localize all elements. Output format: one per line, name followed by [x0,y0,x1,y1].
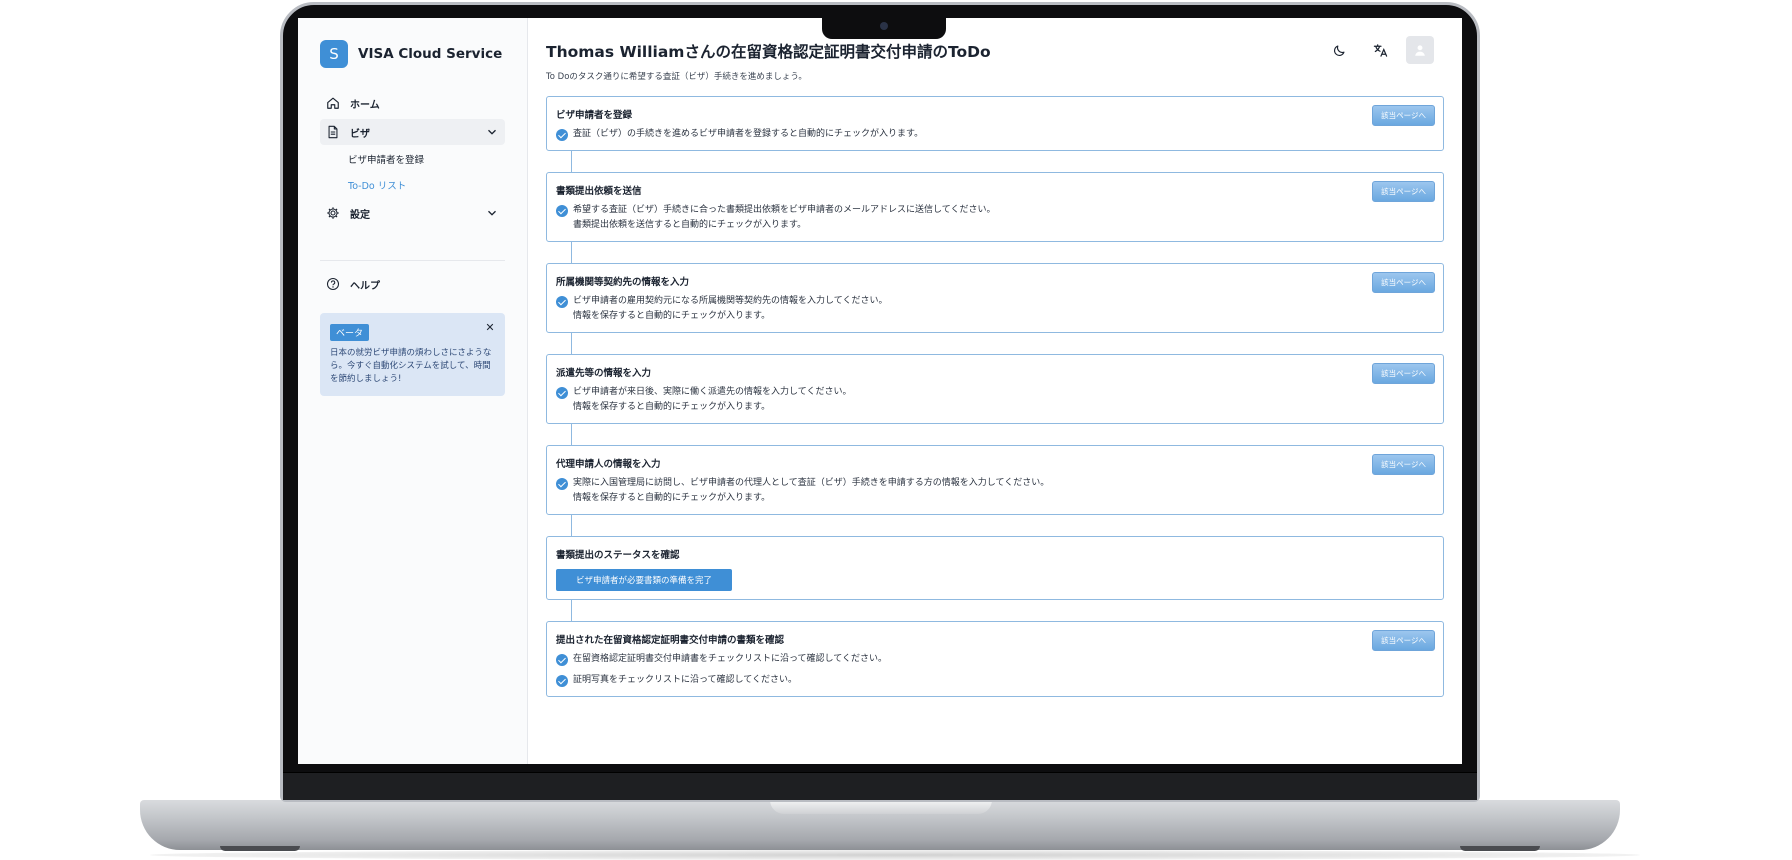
check-circle-icon [556,129,568,141]
sidebar-subitem-todo-list[interactable]: To-Do リスト [320,174,505,200]
todo-item: 代理申請人の情報を入力 該当ページへ 実際に入国管理局に訪問し、ビザ申請者の代理… [546,445,1444,515]
close-icon[interactable]: ✕ [483,321,497,335]
chevron-down-icon [488,210,496,216]
beta-card: ベータ ✕ 日本の就労ビザ申請の煩わしさにさようなら。今すぐ自動化システムを試し… [320,313,505,396]
todo-line-text: ビザ申請者が来日後、実際に働く派遣先の情報を入力してください。 [573,387,852,397]
user-icon [1415,45,1425,56]
todo-connector [571,151,572,172]
sidebar-item-label: ホーム [350,99,380,111]
todo-line-text: 希望する査証（ビザ）手続きに合った書類提出依頼をビザ申請者のメールアドレスに送信… [573,205,996,215]
todo-sub-text: 情報を保存すると自動的にチェックが入ります。 [573,311,771,321]
avatar[interactable] [1406,36,1434,64]
brand-name: VISA Cloud Service [358,46,503,62]
todo-title: 書類提出のステータスを確認 [556,550,680,561]
beta-badge: ベータ [330,324,370,341]
page-title: Thomas Williamさんの在留資格認定証明書交付申請のToDo [546,43,991,61]
camera-icon [880,22,888,30]
check-circle-icon [556,296,568,308]
top-actions [1326,36,1434,64]
todo-item: 所属機関等契約先の情報を入力 該当ページへ ビザ申請者の雇用契約元になる所属機関… [546,263,1444,333]
todo-line-text: 在留資格認定証明書交付申請書をチェックリストに沿って確認してください。 [573,654,888,664]
sidebar-item-help[interactable]: ヘルプ [320,271,505,297]
todo-check-line: ビザ申請者の雇用契約元になる所属機関等契約先の情報を入力してください。 [556,294,1434,309]
document-icon [328,125,338,139]
moon-icon [1334,45,1345,56]
laptop-foot-left [220,846,300,851]
sidebar: S VISA Cloud Service ホーム ビザ ビザ申請者を登録 To-… [298,18,528,764]
brand[interactable]: S VISA Cloud Service [320,40,505,68]
todo-connector [571,242,572,263]
language-button[interactable] [1366,36,1394,64]
sidebar-item-label: 設定 [350,209,370,221]
todo-title: 書類提出依頼を送信 [556,186,642,197]
todo-check-line: 実際に入国管理局に訪問し、ビザ申請者の代理人として査証（ビザ）手続きを申請する方… [556,476,1434,491]
beta-text: 日本の就労ビザ申請の煩わしさにさようなら。今すぐ自動化システムを試して、時間を節… [330,348,492,384]
todo-sub-text: 情報を保存すると自動的にチェックが入ります。 [573,402,771,412]
laptop-shadow [150,850,1640,860]
goto-page-button[interactable]: 該当ページへ [1372,363,1435,384]
todo-check-line: 在留資格認定証明書交付申請書をチェックリストに沿って確認してください。 [556,652,1434,667]
help-label: ヘルプ [350,280,380,292]
sidebar-divider [320,260,505,261]
page-description: To Doのタスク通りに希望する査証（ビザ）手続きを進めましょう。 [546,72,807,82]
home-icon [327,97,339,109]
goto-page-button[interactable]: 該当ページへ [1372,181,1435,202]
laptop-foot-right [1460,846,1540,851]
sidebar-subitem-register-applicant[interactable]: ビザ申請者を登録 [320,148,505,174]
check-circle-icon [556,675,568,687]
todo-line-text: 証明写真をチェックリストに沿って確認してください。 [573,675,798,685]
todo-sub-text: 情報を保存すると自動的にチェックが入ります。 [573,493,771,503]
todo-item: 書類提出依頼を送信 該当ページへ 希望する査証（ビザ）手続きに合った書類提出依頼… [546,172,1444,242]
todo-check-line: 査証（ビザ）の手続きを進めるビザ申請者を登録すると自動的にチェックが入ります。 [556,127,1434,142]
status-complete-button[interactable]: ビザ申請者が必要書類の準備を完了 [556,569,733,591]
todo-item: 書類提出のステータスを確認 ビザ申請者が必要書類の準備を完了 [546,536,1444,600]
camera-notch [822,17,946,39]
todo-title: 派遣先等の情報を入力 [556,368,652,379]
help-circle-icon [326,277,340,291]
todo-connector [571,515,572,536]
goto-page-button[interactable]: 該当ページへ [1372,454,1435,475]
todo-check-line: 希望する査証（ビザ）手続きに合った書類提出依頼をビザ申請者のメールアドレスに送信… [556,203,1434,218]
goto-page-button[interactable]: 該当ページへ [1372,272,1435,293]
check-circle-icon [556,654,568,666]
todo-title: 提出された在留資格認定証明書交付申請の書類を確認 [556,635,785,646]
check-circle-icon [556,478,568,490]
todo-connector [571,424,572,445]
sidebar-item-home[interactable]: ホーム [320,90,505,116]
goto-page-button[interactable]: 該当ページへ [1372,630,1435,651]
chevron-down-icon [488,129,496,135]
todo-line-text: 査証（ビザ）の手続きを進めるビザ申請者を登録すると自動的にチェックが入ります。 [573,129,924,139]
main-content: Thomas Williamさんの在留資格認定証明書交付申請のToDo To D… [528,18,1462,764]
todo-item: 派遣先等の情報を入力 該当ページへ ビザ申請者が来日後、実際に働く派遣先の情報を… [546,354,1444,424]
todo-connector [571,333,572,354]
todo-sub-text: 書類提出依頼を送信すると自動的にチェックが入ります。 [573,220,807,230]
sidebar-item-label: ビザ [350,128,370,140]
todo-list: ビザ申請者を登録 該当ページへ 査証（ビザ）の手続きを進めるビザ申請者を登録する… [546,96,1444,697]
todo-title: ビザ申請者を登録 [556,110,633,121]
todo-check-line: ビザ申請者が来日後、実際に働く派遣先の情報を入力してください。 [556,385,1434,400]
laptop-base-notch [770,800,992,814]
dark-mode-button[interactable] [1326,36,1354,64]
laptop-hinge [283,772,1477,800]
check-circle-icon [556,387,568,399]
sidebar-nav: ホーム ビザ ビザ申請者を登録 To-Do リスト 設定 [320,90,505,226]
todo-check-line: 証明写真をチェックリストに沿って確認してください。 [556,673,1434,688]
check-circle-icon [556,205,568,217]
todo-title: 所属機関等契約先の情報を入力 [556,277,690,288]
todo-line-text: 実際に入国管理局に訪問し、ビザ申請者の代理人として査証（ビザ）手続きを申請する方… [573,478,1050,488]
todo-item: 提出された在留資格認定証明書交付申請の書類を確認 該当ページへ 在留資格認定証明… [546,621,1444,697]
todo-connector [571,600,572,621]
todo-item: ビザ申請者を登録 該当ページへ 査証（ビザ）の手続きを進めるビザ申請者を登録する… [546,96,1444,151]
translate-icon [1373,43,1387,57]
gear-icon [327,207,339,219]
brand-logo-icon: S [320,40,348,68]
todo-line-text: ビザ申請者の雇用契約元になる所属機関等契約先の情報を入力してください。 [573,296,888,306]
sidebar-item-visa[interactable]: ビザ [320,119,505,145]
todo-title: 代理申請人の情報を入力 [556,459,661,470]
sidebar-item-settings[interactable]: 設定 [320,200,505,226]
app-screen: S VISA Cloud Service ホーム ビザ ビザ申請者を登録 To-… [298,18,1462,764]
goto-page-button[interactable]: 該当ページへ [1372,105,1435,126]
